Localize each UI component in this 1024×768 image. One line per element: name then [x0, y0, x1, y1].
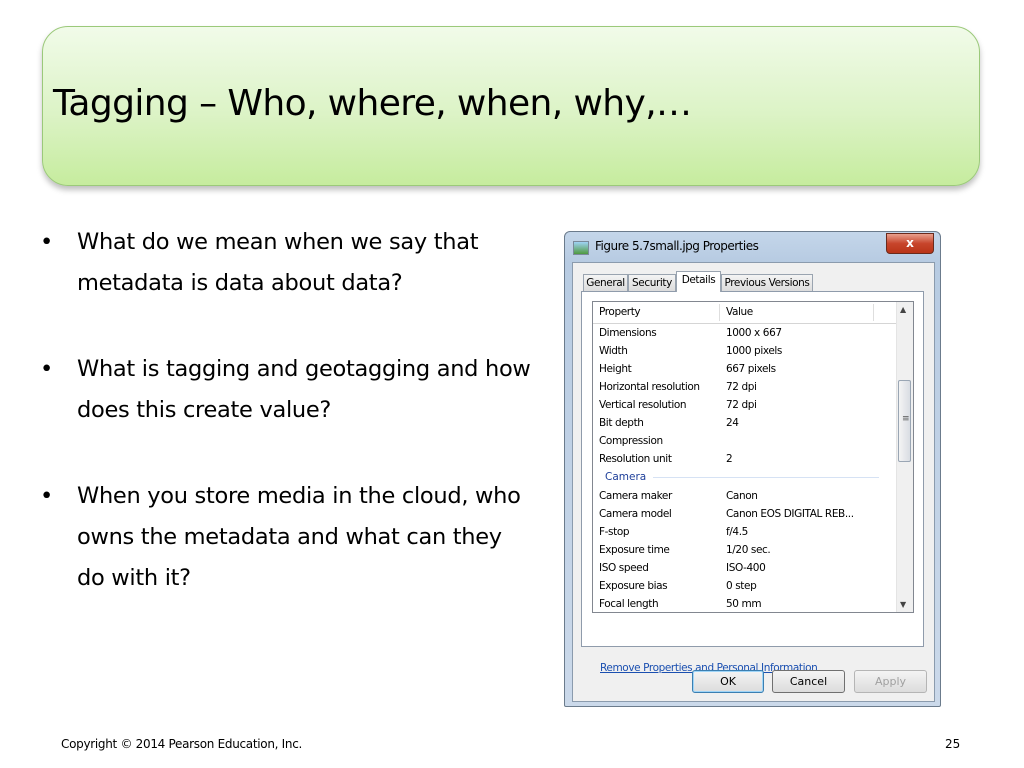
close-button[interactable]: x — [886, 233, 934, 254]
row-property: Bit depth — [599, 417, 644, 429]
table-row[interactable]: Focal length 50 mm — [593, 595, 899, 612]
title-box: Tagging – Who, where, when, why,… — [42, 26, 980, 186]
tab-general[interactable]: General — [583, 274, 628, 291]
table-row[interactable]: Vertical resolution 72 dpi — [593, 396, 899, 414]
row-property: Exposure bias — [599, 580, 668, 592]
table-row[interactable]: Height 667 pixels — [593, 360, 899, 378]
table-row[interactable]: ISO speed ISO-400 — [593, 559, 899, 577]
row-property: Vertical resolution — [599, 399, 687, 411]
tab-security[interactable]: Security — [628, 274, 676, 291]
bullet-text: When you store media in the cloud, who o… — [77, 483, 521, 591]
row-property: Focal length — [599, 598, 659, 610]
row-value: f/4.5 — [726, 526, 748, 538]
tab-previous-versions[interactable]: Previous Versions — [721, 274, 813, 291]
row-value: ISO-400 — [726, 562, 766, 574]
table-row[interactable]: Camera model Canon EOS DIGITAL REB... — [593, 505, 899, 523]
table-row[interactable]: Compression — [593, 432, 899, 450]
column-divider[interactable] — [719, 304, 720, 321]
scroll-down-icon[interactable]: ▼ — [900, 600, 906, 609]
table-row[interactable]: F-stop f/4.5 — [593, 523, 899, 541]
row-property: Dimensions — [599, 327, 657, 339]
row-value: 2 — [726, 453, 733, 465]
row-value: 1/20 sec. — [726, 544, 771, 556]
bullet-item: • When you store media in the cloud, who … — [40, 476, 535, 599]
bullet-dot: • — [40, 356, 53, 382]
table-row[interactable]: Dimensions 1000 x 667 — [593, 324, 899, 342]
row-value: 0 step — [726, 580, 757, 592]
column-header-value[interactable]: Value — [726, 302, 753, 323]
row-property: Height — [599, 363, 632, 375]
table-row[interactable]: Width 1000 pixels — [593, 342, 899, 360]
group-header-camera[interactable]: Camera — [593, 468, 899, 487]
vertical-scrollbar[interactable]: ▲ ≡ ▼ — [896, 302, 913, 612]
row-property: Width — [599, 345, 628, 357]
tab-details[interactable]: Details — [676, 271, 721, 292]
column-divider[interactable] — [873, 304, 874, 321]
row-property: Camera model — [599, 508, 672, 520]
details-panel: Property Value Dimensions 1000 x 667 Widt… — [581, 291, 924, 674]
bullet-dot: • — [40, 229, 53, 255]
row-value: Canon — [726, 490, 758, 502]
row-value: 50 mm — [726, 598, 762, 610]
list-rows: Dimensions 1000 x 667 Width 1000 pixels He… — [593, 324, 899, 612]
row-value: 1000 pixels — [726, 345, 782, 357]
table-row[interactable]: Exposure bias 0 step — [593, 577, 899, 595]
group-label: Camera — [605, 471, 647, 483]
slide-title: Tagging – Who, where, when, why,… — [53, 83, 692, 124]
row-property: F-stop — [599, 526, 630, 538]
table-row[interactable]: Exposure time 1/20 sec. — [593, 541, 899, 559]
bullet-list: • What do we mean when we say that metada… — [40, 222, 535, 644]
grip-icon: ≡ — [902, 414, 910, 424]
table-row[interactable]: Bit depth 24 — [593, 414, 899, 432]
bullet-item: • What is tagging and geotagging and how … — [40, 349, 535, 431]
bullet-text: What is tagging and geotagging and how d… — [77, 356, 531, 423]
dialog-titlebar[interactable]: Figure 5.7small.jpg Properties x — [565, 232, 940, 262]
table-row[interactable]: Horizontal resolution 72 dpi — [593, 378, 899, 396]
group-divider — [653, 477, 879, 478]
properties-dialog: Figure 5.7small.jpg Properties x General… — [564, 231, 941, 707]
page-number: 25 — [945, 737, 961, 751]
apply-button[interactable]: Apply — [854, 670, 927, 693]
table-row[interactable]: Resolution unit 2 — [593, 450, 899, 468]
row-value: 24 — [726, 417, 739, 429]
dialog-body: General Security Details Previous Versio… — [572, 262, 935, 702]
row-property: Camera maker — [599, 490, 672, 502]
row-value: 667 pixels — [726, 363, 776, 375]
bullet-dot: • — [40, 483, 53, 509]
bullet-item: • What do we mean when we say that metada… — [40, 222, 535, 304]
cancel-button[interactable]: Cancel — [772, 670, 845, 693]
row-value: Canon EOS DIGITAL REB... — [726, 508, 854, 520]
scroll-up-icon[interactable]: ▲ — [900, 305, 906, 314]
scrollbar-thumb[interactable]: ≡ — [898, 380, 911, 462]
list-header: Property Value — [593, 302, 899, 324]
row-value: 72 dpi — [726, 381, 757, 393]
row-value: 72 dpi — [726, 399, 757, 411]
row-property: Horizontal resolution — [599, 381, 700, 393]
image-file-icon — [573, 241, 589, 255]
ok-button[interactable]: OK — [692, 670, 764, 693]
copyright-text: Copyright © 2014 Pearson Education, Inc. — [61, 737, 303, 751]
row-property: Compression — [599, 435, 663, 447]
row-value: 1000 x 667 — [726, 327, 782, 339]
dialog-title: Figure 5.7small.jpg Properties — [595, 239, 759, 253]
row-property: Resolution unit — [599, 453, 672, 465]
bullet-text: What do we mean when we say that metadat… — [77, 229, 479, 296]
column-header-property[interactable]: Property — [599, 302, 719, 323]
properties-list[interactable]: Property Value Dimensions 1000 x 667 Widt… — [592, 301, 914, 613]
row-property: ISO speed — [599, 562, 649, 574]
row-property: Exposure time — [599, 544, 670, 556]
table-row[interactable]: Camera maker Canon — [593, 487, 899, 505]
